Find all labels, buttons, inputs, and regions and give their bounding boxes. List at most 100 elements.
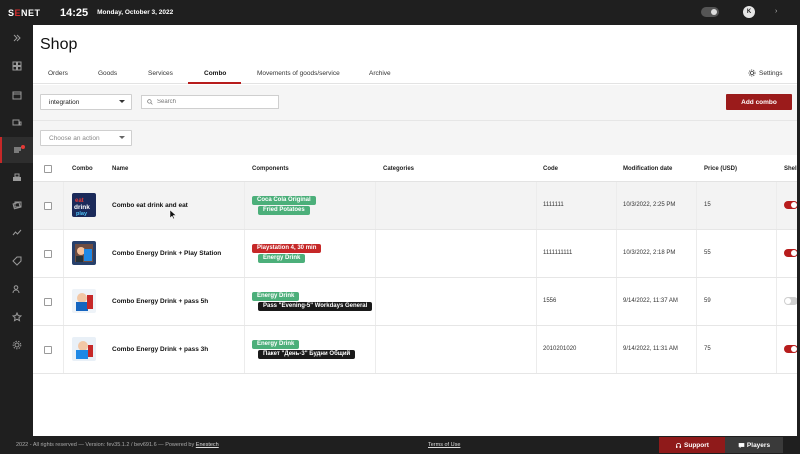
collapse-icon[interactable]: › <box>775 8 777 15</box>
component-tag: Pass "Evening-5" Workdays General <box>258 302 373 311</box>
sidebar-item-shop[interactable] <box>0 137 33 163</box>
headset-icon <box>676 442 681 448</box>
components-tags: Playstation 4, 30 min Energy Drink <box>252 244 322 263</box>
theme-toggle[interactable] <box>701 7 719 17</box>
tab-orders[interactable]: Orders <box>48 70 68 77</box>
combo-name[interactable]: Combo Energy Drink + pass 3h <box>112 346 208 353</box>
chevron-down-icon <box>119 100 125 103</box>
table-header: Combo Name Components Categories Code Mo… <box>33 156 800 182</box>
combo-thumbnail: eat drink play <box>72 193 96 217</box>
sidebar-item-cards[interactable] <box>0 192 33 218</box>
modified-cell: 9/14/2022, 11:37 AM <box>623 298 678 304</box>
shell-toggle[interactable] <box>784 201 798 209</box>
chart-line-icon <box>12 229 21 236</box>
price-cell: 15 <box>704 202 711 208</box>
terms-link[interactable]: Terms of Use <box>428 442 460 448</box>
modified-cell: 9/14/2022, 11:31 AM <box>623 346 678 352</box>
shell-toggle[interactable] <box>784 345 798 353</box>
support-button[interactable]: Support <box>659 437 725 453</box>
svg-text:play: play <box>76 211 88 217</box>
row-checkbox[interactable] <box>44 346 52 354</box>
code-cell: 2010201020 <box>543 346 577 352</box>
tab-archive[interactable]: Archive <box>369 70 391 77</box>
tab-combo[interactable]: Combo <box>204 70 226 77</box>
select-all-checkbox[interactable] <box>44 165 52 173</box>
sidebar-item-calendar[interactable] <box>0 82 33 108</box>
calendar-icon <box>12 91 21 100</box>
table-row[interactable]: Combo Energy Drink + pass 5h Energy Drin… <box>33 278 800 326</box>
sidebar-item-print[interactable] <box>0 165 33 191</box>
tab-bar: Orders Goods Services Combo Movements of… <box>33 66 800 84</box>
toolbar: integration Add combo <box>33 85 800 120</box>
action-select[interactable]: Choose an action <box>40 130 132 146</box>
app-logo[interactable]: SENET <box>0 8 40 18</box>
header-modification-date[interactable]: Modification date <box>623 166 672 172</box>
shell-toggle[interactable] <box>784 297 798 305</box>
tag-icon <box>11 256 21 266</box>
row-checkbox[interactable] <box>44 298 52 306</box>
sidebar-item-clubs[interactable] <box>0 53 33 79</box>
sidebar <box>0 25 33 436</box>
club-filter-select[interactable]: integration <box>40 94 132 110</box>
tab-goods[interactable]: Goods <box>98 70 117 77</box>
clock-date: Monday, October 3, 2022 <box>97 9 174 16</box>
search-box[interactable] <box>141 95 279 109</box>
table-row[interactable]: Combo Energy Drink + Play Station Playst… <box>33 230 800 278</box>
notification-dot <box>21 145 25 149</box>
component-tag: Пакет "День-3" Будни Общий <box>258 350 356 359</box>
expand-sidebar-icon[interactable] <box>0 25 33 51</box>
action-select-placeholder: Choose an action <box>49 134 100 142</box>
header-combo[interactable]: Combo <box>72 166 93 172</box>
component-tag: Playstation 4, 30 min <box>252 244 322 253</box>
tab-services[interactable]: Services <box>148 70 173 77</box>
sidebar-item-settings[interactable] <box>0 332 33 358</box>
table-row[interactable]: Combo Energy Drink + pass 3h Energy Drin… <box>33 326 800 374</box>
sidebar-item-users[interactable] <box>0 276 33 302</box>
component-tag: Energy Drink <box>258 254 306 263</box>
powered-by-link[interactable]: Enestech <box>196 442 219 448</box>
sidebar-item-favorites[interactable] <box>0 304 33 330</box>
shell-toggle[interactable] <box>784 249 798 257</box>
combo-thumbnail <box>72 241 96 265</box>
grid-icon <box>12 61 21 71</box>
header-components[interactable]: Components <box>252 166 289 172</box>
header-code[interactable]: Code <box>543 166 558 172</box>
active-tab-indicator <box>188 82 241 84</box>
combo-name[interactable]: Combo Energy Drink + Play Station <box>112 250 221 257</box>
players-button[interactable]: Players <box>725 437 783 453</box>
settings-button[interactable]: Settings <box>748 69 783 77</box>
clock-time: 14:25 <box>60 6 89 19</box>
sidebar-item-tickets[interactable] <box>0 248 33 274</box>
component-tag: Coca Cola Original <box>252 196 316 205</box>
components-tags: Coca Cola Original Fried Potatoes <box>252 196 316 215</box>
search-input[interactable] <box>157 99 277 105</box>
row-checkbox[interactable] <box>44 250 52 258</box>
double-chevron-right-icon <box>13 34 21 42</box>
gear-icon <box>748 69 756 77</box>
gear-icon <box>12 340 21 350</box>
tab-movements[interactable]: Movements of goods/service <box>257 70 340 77</box>
add-combo-button[interactable]: Add combo <box>726 94 792 110</box>
row-checkbox[interactable] <box>44 202 52 210</box>
footer: 2022 - All rights reserved — Version: fe… <box>0 436 800 454</box>
sidebar-item-devices[interactable] <box>0 110 33 136</box>
modified-cell: 10/3/2022, 2:18 PM <box>623 250 676 256</box>
user-avatar[interactable]: K <box>743 6 755 18</box>
price-cell: 55 <box>704 250 711 256</box>
table-row[interactable]: eat drink play Combo eat drink and eat Coc… <box>33 182 800 230</box>
chat-icon <box>738 442 745 448</box>
sidebar-item-analytics[interactable] <box>0 220 33 246</box>
header-name[interactable]: Name <box>112 166 128 172</box>
combo-name[interactable]: Combo Energy Drink + pass 5h <box>112 298 208 305</box>
club-filter-value: integration <box>49 98 80 106</box>
monitor-icon <box>12 119 21 126</box>
header-price[interactable]: Price (USD) <box>704 166 737 172</box>
price-cell: 59 <box>704 298 711 304</box>
main-content: Shop Orders Goods Services Combo Movemen… <box>33 25 800 436</box>
cards-icon <box>11 201 21 210</box>
combo-name[interactable]: Combo eat drink and eat <box>112 202 188 209</box>
combo-thumbnail <box>72 289 96 313</box>
code-cell: 1111111 <box>543 202 564 208</box>
components-tags: Energy Drink Пакет "День-3" Будни Общий <box>252 340 356 359</box>
header-categories[interactable]: Categories <box>383 166 414 172</box>
